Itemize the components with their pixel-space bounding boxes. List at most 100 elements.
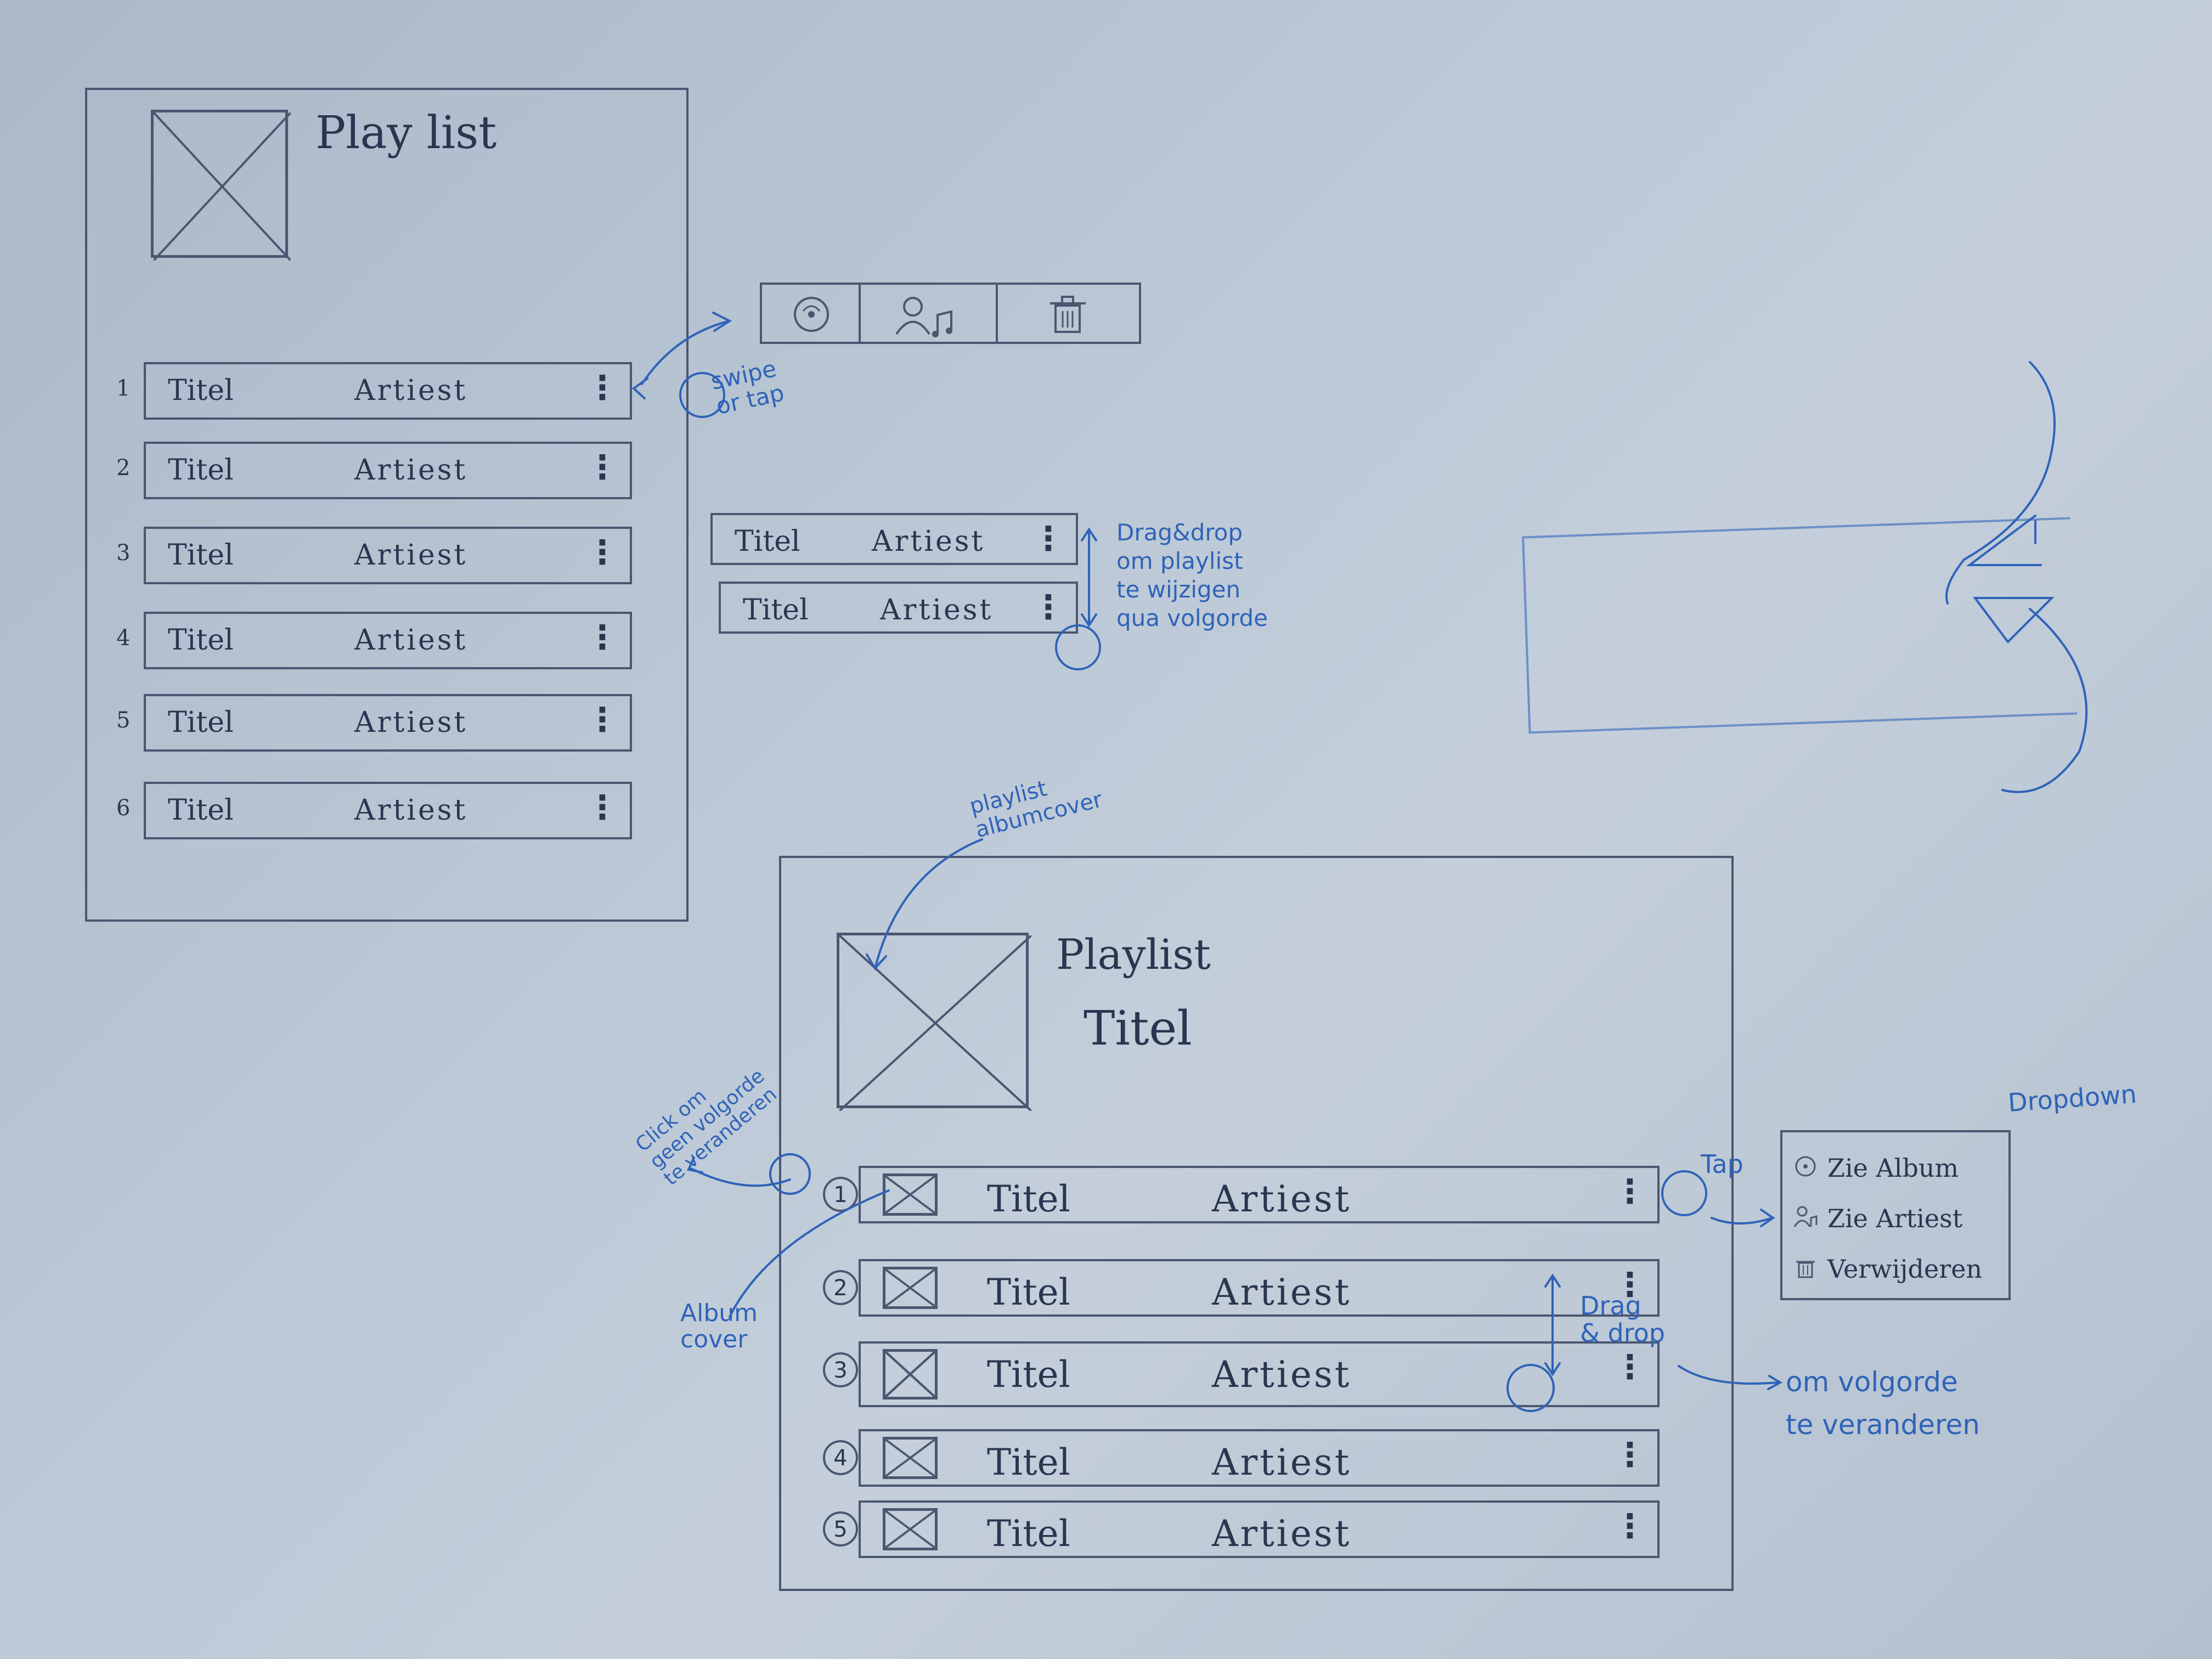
more-options-icon[interactable]: ⋮ xyxy=(1032,588,1065,627)
playlist-row[interactable]: Titel Artiest ⋮ xyxy=(859,1429,1660,1487)
annotation-tap: Tap xyxy=(1701,1149,1743,1179)
action-artist-button[interactable] xyxy=(861,285,998,342)
row-order-number[interactable]: 5 xyxy=(823,1511,858,1547)
row-artist: Artiest xyxy=(1212,1513,1352,1555)
more-options-icon[interactable]: ⋮ xyxy=(1613,1172,1646,1211)
row-number: 2 xyxy=(116,455,131,481)
annotation-dropdown: Dropdown xyxy=(2007,1079,2138,1118)
row-artist: Artiest xyxy=(354,374,468,407)
row-order-number[interactable]: 1 xyxy=(823,1177,858,1212)
row-artist: Artiest xyxy=(1212,1353,1352,1396)
cover-x-icon xyxy=(839,935,1031,1111)
playlist-row[interactable]: Titel Artiest ⋮ xyxy=(859,1166,1660,1223)
row-artist: Artiest xyxy=(872,525,985,558)
row-title: Titel xyxy=(168,454,234,487)
row-title: Titel xyxy=(987,1513,1070,1555)
dropdown-item-trash[interactable]: Verwijderen xyxy=(1793,1250,2002,1288)
row-title: Titel xyxy=(168,624,234,657)
row-number: 4 xyxy=(116,625,131,651)
playlist-row[interactable]: Titel Artiest ⋮ xyxy=(144,442,632,499)
row-title: Titel xyxy=(987,1271,1070,1313)
row-title: Titel xyxy=(168,374,234,407)
trash-icon xyxy=(1793,1255,1821,1283)
row-title: Titel xyxy=(987,1178,1070,1220)
album-thumb-icon xyxy=(883,1437,938,1479)
annotation-swipe: swipe or tap xyxy=(708,355,787,420)
more-options-icon[interactable]: ⋮ xyxy=(1613,1507,1646,1545)
row-title: Titel xyxy=(735,525,800,558)
row-artist: Artiest xyxy=(354,706,468,739)
album-thumb-icon xyxy=(883,1508,938,1550)
more-options-icon[interactable]: ⋮ xyxy=(586,448,619,487)
row-number: 5 xyxy=(116,708,131,733)
row-artist: Artiest xyxy=(880,594,994,627)
row-title: Titel xyxy=(168,794,234,827)
row-artist: Artiest xyxy=(1212,1271,1352,1313)
more-options-icon[interactable]: ⋮ xyxy=(1032,520,1065,558)
row-number: 6 xyxy=(116,795,131,821)
album-icon xyxy=(794,297,829,332)
playlist-row[interactable]: Titel Artiest ⋮ xyxy=(859,1259,1660,1317)
annotation-playlist-albumcover: playlist albumcover xyxy=(967,776,1105,843)
annotation-album-cover: Album cover xyxy=(680,1299,758,1353)
dropdown-item-album[interactable]: Zie Album xyxy=(1793,1149,2002,1187)
row-title: Titel xyxy=(987,1353,1070,1396)
album-thumb-icon xyxy=(883,1267,938,1309)
sketch1-cover-placeholder xyxy=(151,110,291,261)
playlist-row[interactable]: Titel Artiest ⋮ xyxy=(859,1341,1660,1407)
row-artist: Artiest xyxy=(354,624,468,657)
cover-x-icon xyxy=(154,112,291,261)
sketch2-title: Playlist xyxy=(1056,930,1211,979)
drag-demo-row[interactable]: Titel Artiest ⋮ xyxy=(719,582,1078,634)
row-title: Titel xyxy=(168,539,234,572)
more-options-icon[interactable]: ⋮ xyxy=(1613,1348,1646,1386)
row-order-number[interactable]: 3 xyxy=(823,1352,858,1387)
row-artist: Artiest xyxy=(354,794,468,827)
playlist-row[interactable]: Titel Artiest ⋮ xyxy=(144,362,632,420)
row-artist: Artiest xyxy=(1212,1441,1352,1483)
dropdown-item-label: Zie Artiest xyxy=(1827,1204,1963,1233)
action-bar xyxy=(760,283,1141,344)
row-artist: Artiest xyxy=(354,454,468,487)
annotation-click-om: Click om geen volgorde te veranderen xyxy=(631,1064,782,1190)
dropdown-item-label: Zie Album xyxy=(1827,1153,1959,1183)
row-artist: Artiest xyxy=(1212,1178,1352,1220)
album-icon xyxy=(1793,1154,1821,1182)
more-options-icon[interactable]: ⋮ xyxy=(586,788,619,827)
action-album-button[interactable] xyxy=(762,285,861,342)
row-title: Titel xyxy=(168,706,234,739)
row-order-number[interactable]: 4 xyxy=(823,1440,858,1475)
dropdown-item-artist[interactable]: Zie Artiest xyxy=(1793,1199,2002,1238)
playlist-row[interactable]: Titel Artiest ⋮ xyxy=(144,782,632,839)
row-title: Titel xyxy=(987,1441,1070,1483)
playlist-row[interactable]: Titel Artiest ⋮ xyxy=(144,694,632,752)
more-options-icon[interactable]: ⋮ xyxy=(586,701,619,739)
playlist-row[interactable]: Titel Artiest ⋮ xyxy=(144,527,632,584)
more-options-icon[interactable]: ⋮ xyxy=(1613,1436,1646,1474)
row-artist: Artiest xyxy=(354,539,468,572)
widget-sketch-box xyxy=(1522,517,2077,734)
annotation-drag-drop-2: Drag & drop xyxy=(1580,1291,1665,1348)
sketch2-subtitle: Titel xyxy=(1084,1001,1192,1056)
row-order-number[interactable]: 2 xyxy=(823,1270,858,1305)
sketch1-title: Play list xyxy=(315,107,497,159)
artist-icon xyxy=(1793,1205,1821,1232)
album-thumb-icon xyxy=(883,1349,938,1400)
more-options-icon[interactable]: ⋮ xyxy=(586,533,619,572)
more-options-icon[interactable]: ⋮ xyxy=(586,369,619,407)
drag-demo-row[interactable]: Titel Artiest ⋮ xyxy=(710,513,1078,565)
more-options-icon[interactable]: ⋮ xyxy=(586,618,619,657)
playlist-row[interactable]: Titel Artiest ⋮ xyxy=(859,1500,1660,1558)
row-number: 1 xyxy=(116,376,131,401)
album-thumb-icon xyxy=(883,1173,938,1216)
row-title: Titel xyxy=(743,594,809,627)
sketch2-cover-placeholder xyxy=(837,933,1031,1111)
playlist-row[interactable]: Titel Artiest ⋮ xyxy=(144,612,632,669)
annotation-dragdrop: Drag&drop om playlist te wijzigen qua vo… xyxy=(1116,519,1268,631)
trash-icon xyxy=(1050,296,1086,333)
annotation-om-volgorde: om volgorde te veranderen xyxy=(1786,1366,1980,1441)
dropdown-item-label: Verwijderen xyxy=(1827,1254,1983,1284)
row-number: 3 xyxy=(116,540,131,566)
artist-icon xyxy=(895,297,952,337)
action-delete-button[interactable] xyxy=(998,285,1141,342)
